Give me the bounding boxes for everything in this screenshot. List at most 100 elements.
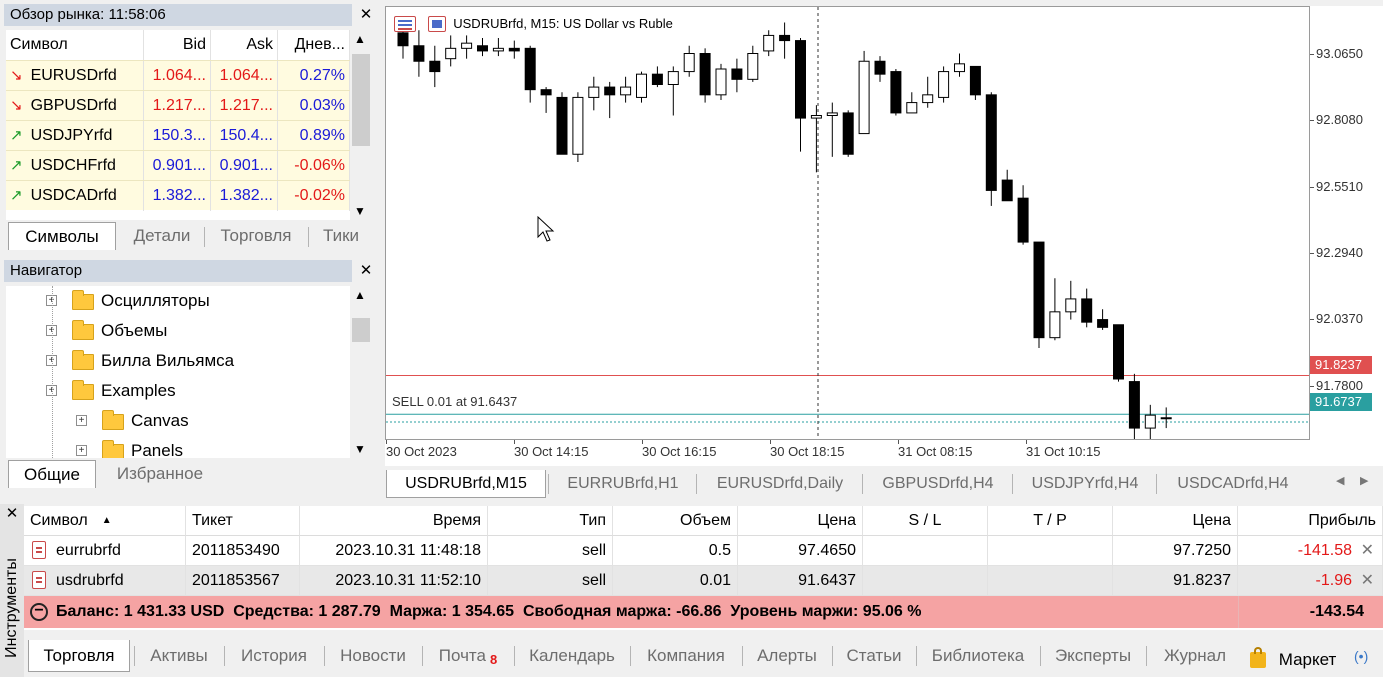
column-header-bid[interactable]: Bid (144, 30, 211, 60)
candle[interactable] (1160, 407, 1172, 429)
expand-icon[interactable]: + (76, 415, 87, 426)
candle[interactable] (1113, 324, 1124, 382)
scroll-thumb[interactable] (352, 318, 370, 342)
tab-details[interactable]: Детали (120, 222, 204, 250)
market-watch-row[interactable]: ↘ EURUSDrfd 1.064... 1.064... 0.27% (6, 60, 350, 91)
candle[interactable] (683, 45, 695, 77)
navigator-item[interactable]: + Canvas (6, 406, 350, 436)
scroll-up-icon[interactable]: ▲ (354, 32, 366, 46)
chart-area[interactable]: USDRUBrfd, M15: US Dollar vs Ruble SELL … (385, 6, 1310, 440)
column-header-open-price[interactable]: Цена (738, 506, 863, 536)
candle[interactable] (922, 76, 934, 108)
candle[interactable] (572, 92, 584, 162)
tab-symbols[interactable]: Символы (8, 222, 116, 250)
candle[interactable] (699, 48, 711, 103)
candle[interactable] (874, 56, 886, 82)
candle[interactable] (731, 58, 743, 93)
toolbox-tab[interactable]: Новости (326, 640, 420, 672)
candle[interactable] (524, 45, 536, 103)
candle[interactable] (540, 87, 552, 113)
candle[interactable] (906, 92, 918, 114)
candle[interactable] (508, 40, 520, 59)
market-watch-row[interactable]: ↘ GBPUSDrfd 1.217... 1.217... 0.03% (6, 90, 350, 121)
candle[interactable] (1065, 280, 1077, 320)
chart-tabs-scroll-left-icon[interactable]: ◀ (1336, 474, 1344, 487)
column-header-type[interactable]: Тип (488, 506, 613, 536)
candle[interactable] (477, 38, 488, 57)
column-header-symbol[interactable]: Символ (6, 30, 144, 60)
chart-tab[interactable]: EURRUBrfd,H1 (550, 470, 696, 498)
candle[interactable] (636, 71, 647, 103)
toolbox-tab[interactable]: Компания (632, 640, 740, 672)
toolbox-tab[interactable]: История (226, 640, 322, 672)
candle[interactable] (826, 102, 838, 157)
navigator-item[interactable]: + Объемы (6, 316, 350, 346)
candle[interactable] (795, 38, 806, 152)
toolbox-tab[interactable]: Активы (136, 640, 222, 672)
toolbox-tab[interactable]: Эксперты (1042, 640, 1144, 672)
candle[interactable] (604, 81, 616, 119)
tab-trading[interactable]: Торговля (206, 222, 306, 250)
candle[interactable] (1081, 288, 1093, 328)
column-header-volume[interactable]: Объем (613, 506, 738, 536)
market-watch-close-icon[interactable]: ✕ (356, 5, 376, 25)
toolbox-tab[interactable]: Календарь (516, 640, 628, 672)
column-header-tp[interactable]: T / P (988, 506, 1113, 536)
tab-common[interactable]: Общие (8, 460, 96, 488)
candle[interactable] (651, 66, 663, 88)
column-header-profit[interactable]: Прибыль (1238, 506, 1383, 536)
candle[interactable] (1097, 309, 1109, 330)
candle[interactable] (1017, 185, 1029, 245)
toolbox-tab[interactable]: Статьи (834, 640, 914, 672)
column-header-current-price[interactable]: Цена (1113, 506, 1238, 536)
navigator-close-icon[interactable]: ✕ (356, 261, 376, 281)
candle[interactable] (715, 63, 727, 100)
toolbox-close-icon[interactable]: ✕ (2, 504, 22, 524)
toolbox-tab[interactable]: Журнал (1148, 640, 1242, 672)
candle[interactable] (556, 92, 568, 155)
chart-tab[interactable]: GBPUSDrfd,H4 (864, 470, 1012, 498)
chart-tab[interactable]: EURUSDrfd,Daily (698, 470, 862, 498)
market-button[interactable]: Маркет (1250, 646, 1336, 672)
candle[interactable] (429, 45, 441, 88)
candle[interactable] (810, 105, 822, 173)
signal-icon[interactable]: (•) (1354, 648, 1368, 664)
scroll-up-icon[interactable]: ▲ (354, 288, 366, 302)
toolbox-tab[interactable]: Алерты (744, 640, 830, 672)
market-watch-row[interactable]: ↗ USDCHFrfd 0.901... 0.901... -0.06% (6, 150, 350, 181)
candle[interactable] (747, 45, 759, 82)
sort-ascending-icon[interactable]: ▲ (102, 515, 112, 526)
candle[interactable] (1144, 404, 1156, 440)
candlestick-chart[interactable] (386, 7, 1310, 440)
candle[interactable] (588, 76, 600, 111)
column-header-sl[interactable]: S / L (863, 506, 988, 536)
toolbox-tab[interactable]: Торговля (28, 640, 130, 672)
candle[interactable] (969, 65, 981, 100)
candle[interactable] (620, 76, 632, 103)
navigator-item[interactable]: + Осцилляторы (6, 286, 350, 316)
column-header-ticket[interactable]: Тикет (186, 506, 300, 536)
candle[interactable] (779, 22, 791, 59)
column-header-symbol[interactable]: Символ ▲ (24, 506, 186, 536)
market-watch-scrollbar[interactable]: ▲ ▼ (350, 30, 372, 220)
navigator-scrollbar[interactable]: ▲ ▼ (350, 286, 372, 458)
candle[interactable] (763, 30, 775, 57)
market-watch-row[interactable]: ↗ USDJPYrfd 150.3... 150.4... 0.89% (6, 120, 350, 151)
chart-shop-icon[interactable] (427, 15, 446, 32)
candle[interactable] (954, 53, 965, 77)
column-header-daily[interactable]: Днев... (278, 30, 350, 60)
navigator-item[interactable]: + Panels (6, 436, 350, 458)
candle[interactable] (413, 30, 425, 77)
candle[interactable] (1001, 169, 1013, 202)
navigator-item[interactable]: + Билла Вильямса (6, 346, 350, 376)
candle[interactable] (938, 66, 950, 103)
scroll-down-icon[interactable]: ▼ (354, 204, 366, 218)
chart-tab[interactable]: USDCADrfd,H4 (1158, 470, 1308, 498)
column-header-time[interactable]: Время (300, 506, 488, 536)
market-watch-row[interactable]: ↗ USDCADrfd 1.382... 1.382... -0.02% (6, 180, 350, 211)
candle[interactable] (1033, 241, 1045, 348)
chart-tab[interactable]: USDRUBrfd,M15 (386, 470, 546, 498)
scroll-thumb[interactable] (352, 54, 370, 146)
candle[interactable] (1049, 278, 1061, 341)
tab-favorites[interactable]: Избранное (100, 460, 220, 488)
